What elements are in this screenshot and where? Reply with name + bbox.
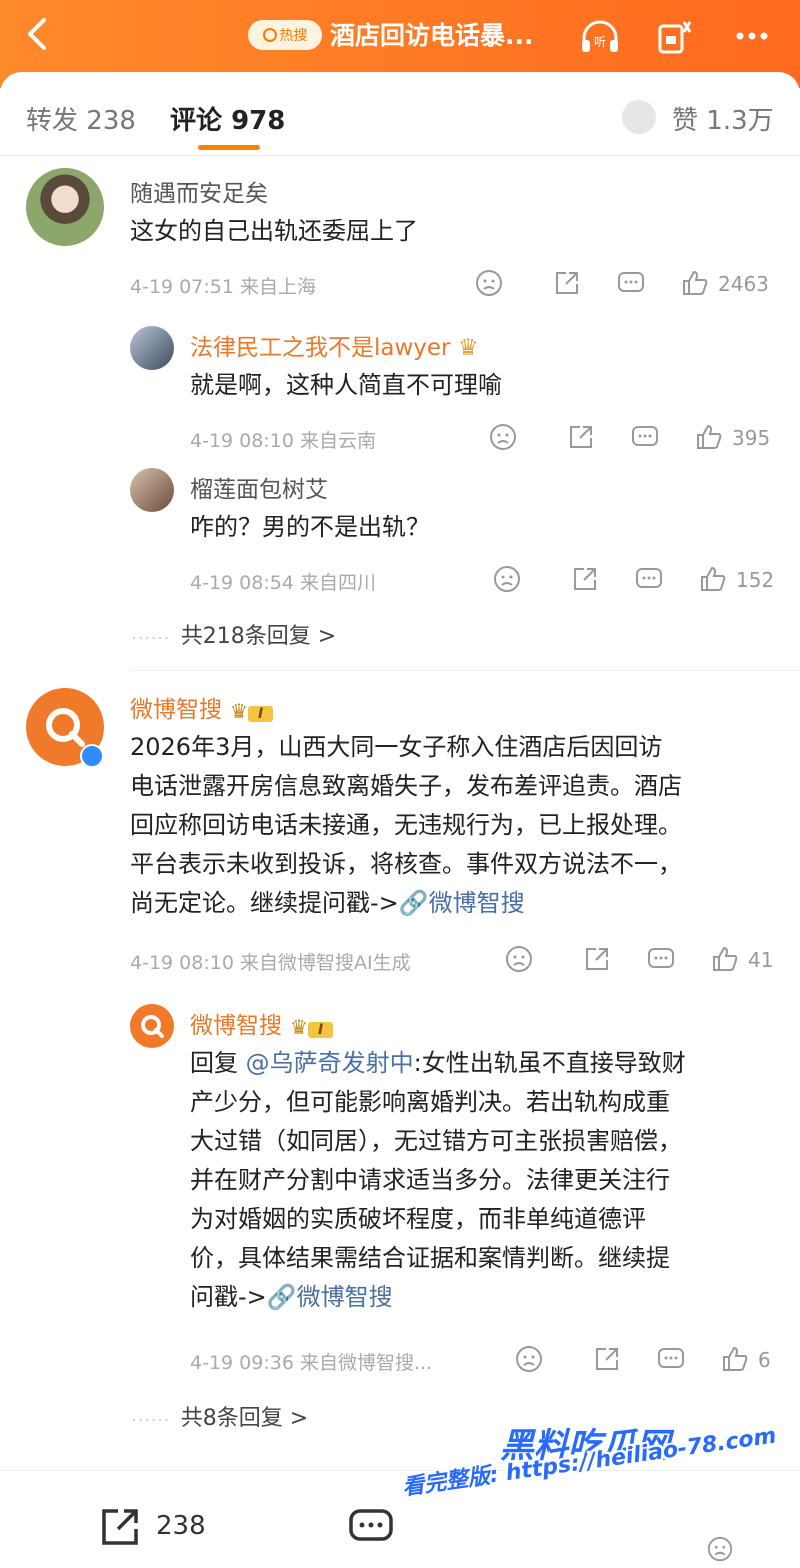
comment-text: 这女的自己出轨还委屈上了	[130, 217, 418, 245]
dislike-face-icon[interactable]	[706, 1535, 734, 1563]
like-thumb-icon[interactable]	[710, 944, 740, 974]
weibo-search-avatar[interactable]	[130, 1004, 174, 1048]
like-face-icon	[622, 100, 656, 134]
hot-search-badge[interactable]: 热搜	[248, 20, 322, 50]
reply-meta: 4-19 08:10 来自云南	[190, 430, 376, 452]
search-icon	[262, 28, 277, 42]
mention-link[interactable]: @乌萨奇发射中	[246, 1049, 414, 1077]
weibo-search-link[interactable]: 🔗微博智搜	[399, 889, 525, 917]
dislike-face-icon[interactable]	[492, 564, 522, 594]
share-icon[interactable]	[552, 268, 582, 298]
reply-icon[interactable]	[634, 564, 664, 594]
like-count: 152	[736, 568, 775, 592]
avatar[interactable]	[26, 168, 104, 246]
vip-crown-badge: ♛ I	[230, 698, 274, 724]
comment-meta: 4-19 07:51 来自上海	[130, 276, 316, 298]
avatar[interactable]	[130, 468, 174, 512]
reply-username[interactable]: 微博智搜 ♛ I	[190, 1006, 334, 1040]
like-thumb-icon[interactable]	[694, 422, 724, 452]
tab-comments[interactable]: 评论 978	[170, 100, 285, 137]
dislike-face-icon[interactable]	[504, 944, 534, 974]
svg-text:听: 听	[594, 35, 606, 49]
more-replies-link[interactable]: ······ 共218条回复 >	[132, 618, 336, 650]
share-icon[interactable]	[566, 422, 596, 452]
like-count: 6	[758, 1348, 771, 1372]
dislike-face-icon[interactable]	[488, 422, 518, 452]
comment-username[interactable]: 微博智搜 ♛ I	[130, 690, 274, 724]
weibo-search-link[interactable]: 🔗微博智搜	[267, 1283, 393, 1311]
more-replies-link[interactable]: ······ 共8条回复 >	[132, 1400, 308, 1432]
reply-username[interactable]: 法律民工之我不是lawyer ♛	[190, 328, 478, 362]
like-count: 41	[748, 948, 774, 972]
comment-sheet: 转发 238 评论 978 赞 1.3万 随遇而安足矣 这女的自己出轨还委屈上了…	[0, 72, 800, 1568]
crown-badge-icon: ♛	[457, 335, 479, 361]
hot-search-label: 热搜	[279, 28, 308, 44]
more-options-icon[interactable]	[730, 16, 774, 56]
reply-icon[interactable]	[656, 1344, 686, 1374]
reply-meta: 4-19 08:54 来自四川	[190, 572, 376, 594]
like-count: 2463	[718, 272, 769, 296]
dislike-face-icon[interactable]	[514, 1344, 544, 1374]
repost-count[interactable]: 238	[156, 1511, 206, 1541]
reply-meta: 4-19 09:36 来自微博智搜...	[190, 1352, 433, 1374]
reply-icon[interactable]	[646, 944, 676, 974]
comment-username[interactable]: 随遇而安足矣	[130, 174, 268, 208]
like-thumb-icon[interactable]	[698, 564, 728, 594]
share-icon[interactable]	[582, 944, 612, 974]
search-q-icon	[141, 1015, 164, 1038]
avatar[interactable]	[130, 326, 174, 370]
share-icon[interactable]	[570, 564, 600, 594]
reply-icon[interactable]	[630, 422, 660, 452]
bottom-action-bar: 238	[0, 1470, 800, 1568]
tab-bar: 转发 238 评论 978 赞 1.3万	[0, 72, 800, 156]
tab-repost[interactable]: 转发 238	[26, 100, 136, 137]
comment-text: 2026年3月，山西大同一女子称入住酒店后因回访 电话泄露开房信息致离婚失子，发…	[130, 733, 682, 917]
divider	[130, 670, 800, 671]
like-thumb-icon[interactable]	[680, 268, 710, 298]
comment-icon[interactable]	[348, 1505, 394, 1549]
active-tab-indicator	[198, 145, 260, 150]
vip-crown-badge: ♛ I	[290, 1014, 334, 1040]
reply-text: 就是啊，这种人简直不可理喻	[190, 371, 502, 399]
like-count: 395	[732, 426, 771, 450]
dislike-face-icon[interactable]	[474, 268, 504, 298]
page-title[interactable]: 酒店回访电话暴...	[330, 16, 534, 52]
repost-icon[interactable]	[98, 1505, 142, 1549]
like-thumb-icon[interactable]	[720, 1344, 750, 1374]
reply-icon[interactable]	[616, 268, 646, 298]
comment-meta: 4-19 08:10 来自微博智搜AI生成	[130, 952, 411, 974]
ai-summary-icon[interactable]	[654, 16, 698, 56]
reply-text: 咋的？男的不是出轨？	[190, 513, 430, 541]
reply-text: 回复 @乌萨奇发射中:女性出轨虽不直接导致财 产少分，但可能影响离婚判决。若出轨…	[190, 1049, 686, 1311]
listen-headphones-icon[interactable]: 听	[578, 16, 622, 56]
back-arrow-icon[interactable]	[18, 12, 58, 56]
reply-username[interactable]: 榴莲面包树艾	[190, 470, 328, 504]
share-icon[interactable]	[592, 1344, 622, 1374]
tab-likes[interactable]: 赞 1.3万	[672, 100, 774, 137]
verified-badge-icon	[80, 744, 104, 768]
